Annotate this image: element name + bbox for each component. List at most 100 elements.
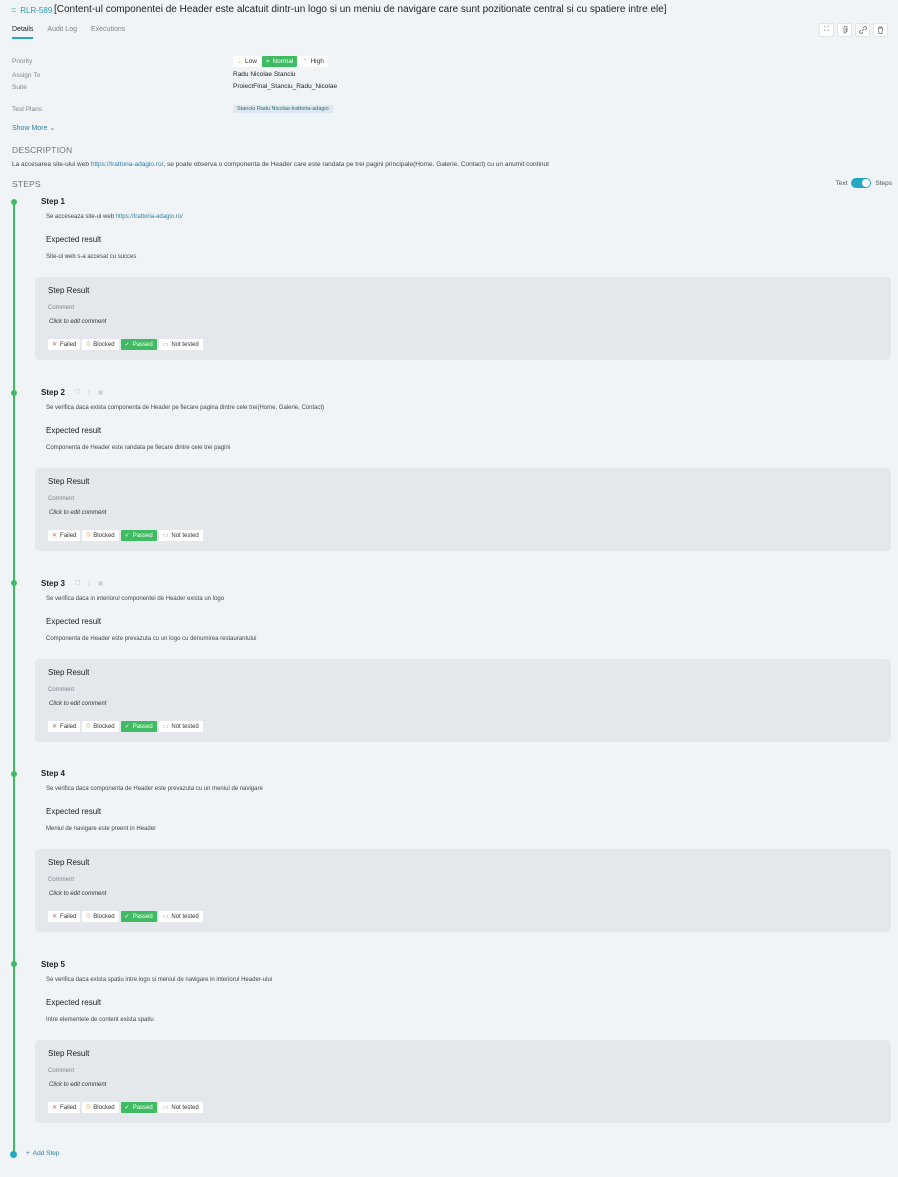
expected-result-label: Expected result	[46, 807, 102, 816]
step-result-title: Step Result	[48, 1049, 90, 1058]
step-action-text: Se acceseaza site-ul web	[46, 214, 116, 220]
description-text[interactable]: La accesarea site-ului web https://tratt…	[12, 161, 549, 168]
passed-button[interactable]: ✓ Passed	[120, 1102, 157, 1113]
blocked-icon: ⦸	[86, 723, 91, 729]
case-id-label: RLR-589	[20, 5, 53, 15]
check-icon: ✓	[124, 914, 130, 920]
timeline-dot	[11, 771, 17, 777]
step-result-title: Step Result	[48, 477, 90, 486]
priority-high-label: High	[310, 58, 324, 65]
comment-label: Comment	[48, 1068, 75, 1074]
link-icon[interactable]	[855, 23, 870, 37]
steps-toggle-switch[interactable]	[851, 178, 872, 188]
passed-button[interactable]: ✓ Passed	[120, 721, 157, 732]
attachment-icon[interactable]: ▯	[87, 580, 90, 587]
trash-icon[interactable]: ▣	[98, 580, 104, 587]
step-action[interactable]: Se verifica daca in interiorul component…	[46, 596, 224, 602]
suite-label: Suite	[12, 84, 27, 91]
passed-button[interactable]: ✓ Passed	[120, 339, 157, 350]
attachment-icon[interactable]: ▯	[87, 389, 90, 396]
failed-button[interactable]: ✕ Failed	[48, 721, 81, 732]
blocked-button[interactable]: ⦸ Blocked	[82, 1102, 119, 1113]
priority-label: Priority	[12, 58, 33, 65]
failed-button[interactable]: ✕ Failed	[48, 530, 81, 541]
passed-label: Passed	[132, 913, 153, 920]
close-icon: ✕	[52, 1105, 58, 1111]
blocked-button[interactable]: ⦸ Blocked	[82, 339, 119, 350]
case-id[interactable]: = RLR-589	[11, 5, 52, 15]
lock-icon: ▭	[162, 914, 169, 920]
not-tested-label: Not tested	[171, 913, 199, 920]
priority-normal-button[interactable]: = Normal	[261, 56, 298, 67]
priority-high-button[interactable]: ⌃ High	[298, 56, 328, 67]
comment-field[interactable]: Click to edit comment	[49, 510, 106, 516]
copy-icon[interactable]: ❐	[75, 389, 80, 396]
lock-icon: ▭	[162, 533, 169, 539]
close-icon: ✕	[52, 342, 58, 348]
close-icon: ✕	[52, 914, 58, 920]
tab-audit-log[interactable]: Audit Log	[47, 26, 77, 39]
timeline-dot	[11, 580, 17, 586]
tab-details[interactable]: Details	[12, 26, 34, 39]
blocked-button[interactable]: ⦸ Blocked	[82, 911, 119, 922]
not-tested-label: Not tested	[171, 1104, 199, 1111]
copy-icon[interactable]: ❐	[75, 580, 80, 587]
expand-icon[interactable]: ⛶	[819, 23, 834, 37]
test-plan-tag[interactable]: Stanciu Radu Nicolae-trattoria-adagio	[233, 105, 333, 113]
expected-result-value[interactable]: Componenta de Header este prevazuta cu u…	[46, 636, 256, 642]
expected-result-label: Expected result	[46, 426, 102, 435]
step-action[interactable]: Se verifica daca exista componenta de He…	[46, 405, 324, 411]
passed-label: Passed	[132, 723, 153, 730]
blocked-label: Blocked	[93, 913, 115, 920]
failed-button[interactable]: ✕ Failed	[48, 911, 81, 922]
not-tested-button[interactable]: ▭ Not tested	[158, 339, 203, 350]
passed-button[interactable]: ✓ Passed	[120, 911, 157, 922]
show-more-link[interactable]: Show More ⌄	[12, 124, 55, 132]
result-buttons: ✕ Failed ⦸ Blocked ✓ Passed ▭ Not tested	[48, 721, 203, 732]
tab-executions[interactable]: Executions	[91, 26, 125, 39]
passed-button[interactable]: ✓ Passed	[120, 530, 157, 541]
comment-field[interactable]: Click to edit comment	[49, 701, 106, 707]
step-action-text: Se verifica daca componenta de Header es…	[46, 786, 263, 792]
blocked-button[interactable]: ⦸ Blocked	[82, 721, 119, 732]
comment-field[interactable]: Click to edit comment	[49, 891, 106, 897]
blocked-label: Blocked	[93, 723, 115, 730]
chevron-up-icon: ⌃	[302, 59, 308, 65]
check-icon: ✓	[124, 533, 130, 539]
blocked-button[interactable]: ⦸ Blocked	[82, 530, 119, 541]
suite-value[interactable]: ProiectFinal_Stanciu_Radu_Nicolae	[233, 83, 337, 90]
priority-low-button[interactable]: ⌄ Low	[233, 56, 261, 67]
not-tested-button[interactable]: ▭ Not tested	[158, 530, 203, 541]
failed-button[interactable]: ✕ Failed	[48, 1102, 81, 1113]
comment-label: Comment	[48, 305, 75, 311]
step-action[interactable]: Se verifica daca exista spatiu intre log…	[46, 977, 272, 983]
expected-result-value[interactable]: Componenta de Header este randata pe fie…	[46, 445, 230, 451]
step-label: Step 3	[41, 579, 66, 588]
passed-label: Passed	[132, 341, 153, 348]
step-label: Step 5	[41, 960, 66, 969]
comment-field[interactable]: Click to edit comment	[49, 319, 106, 325]
attachment-icon[interactable]	[837, 23, 852, 37]
not-tested-button[interactable]: ▭ Not tested	[158, 721, 203, 732]
not-tested-button[interactable]: ▭ Not tested	[158, 1102, 203, 1113]
case-title: [Content-ul componentei de Header este a…	[54, 4, 667, 15]
trash-icon[interactable]	[873, 23, 888, 37]
trash-icon[interactable]: ▣	[98, 389, 104, 396]
passed-label: Passed	[132, 532, 153, 539]
step-action[interactable]: Se verifica daca componenta de Header es…	[46, 786, 263, 792]
failed-button[interactable]: ✕ Failed	[48, 339, 81, 350]
step-action[interactable]: Se acceseaza site-ul web https://trattor…	[46, 214, 183, 220]
expected-result-value[interactable]: Intre elementele de content exista spati…	[46, 1017, 154, 1023]
step-result-panel: Step Result Comment Click to edit comment ✕…	[35, 1040, 891, 1123]
add-step-button[interactable]: + Add Step	[26, 1150, 60, 1157]
comment-field[interactable]: Click to edit comment	[49, 1082, 106, 1088]
priority-normal-label: Normal	[272, 58, 294, 65]
step-action-link[interactable]: https://trattoria-adagio.ro/	[116, 214, 183, 220]
step-item: Step 2 ❐ ▯ ▣ Se verifica daca exista compone…	[35, 388, 891, 551]
not-tested-button[interactable]: ▭ Not tested	[158, 911, 203, 922]
description-link[interactable]: https://trattoria-adagio.ro/	[91, 161, 164, 168]
lock-icon: ▭	[162, 724, 169, 730]
expected-result-value[interactable]: Meniul de navigare este preent in Header	[46, 826, 156, 832]
expected-result-value[interactable]: Site-ul web s-a accesat cu succes	[46, 254, 136, 260]
assign-to-value[interactable]: Radu Nicolae Stanciu	[233, 71, 296, 78]
